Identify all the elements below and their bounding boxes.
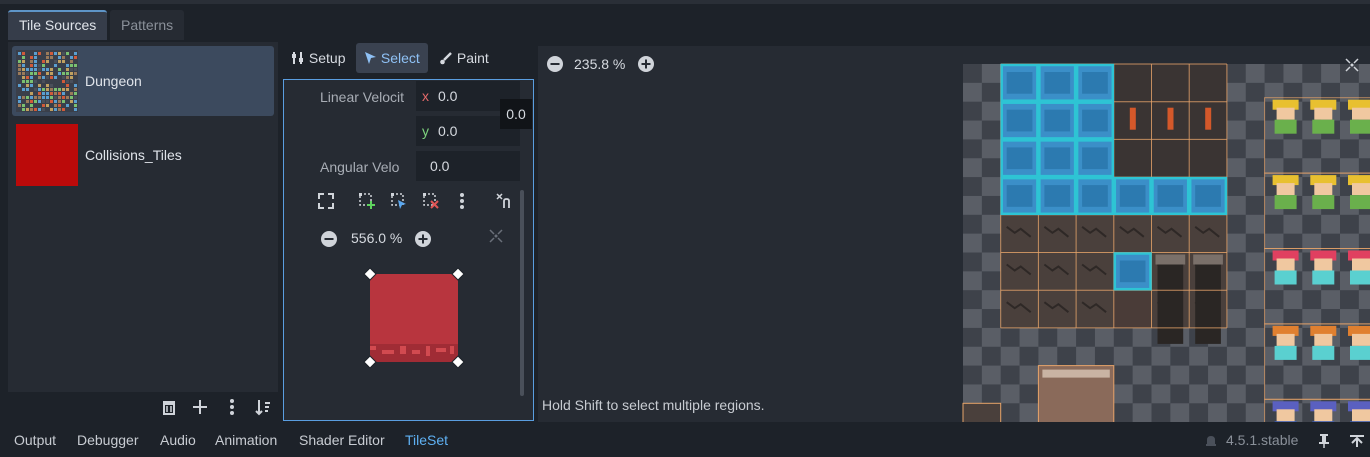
- tile-atlas-canvas[interactable]: [538, 46, 1370, 422]
- tab-audio[interactable]: Audio: [160, 432, 196, 448]
- tab-animation[interactable]: Animation: [215, 432, 277, 448]
- version-label: 4.5.1.stable: [1226, 432, 1299, 448]
- paint-label: Paint: [456, 50, 489, 66]
- plus-icon[interactable]: [191, 398, 209, 416]
- tile-source-list: Dungeon Collisions_Tiles: [8, 42, 278, 392]
- tab-patterns[interactable]: Patterns: [110, 10, 185, 40]
- select-label: Select: [380, 50, 420, 66]
- select-button[interactable]: Select: [356, 43, 428, 73]
- bottom-panel-bar: Output Debugger Audio Animation Shader E…: [0, 424, 1370, 457]
- edit-point-icon[interactable]: [390, 192, 408, 210]
- setup-button[interactable]: Setup: [283, 43, 353, 73]
- collision-polygon[interactable]: [362, 266, 468, 372]
- dungeon-thumbnail: [16, 50, 78, 112]
- center-view-icon[interactable]: [488, 228, 504, 244]
- source-label-collisions: Collisions_Tiles: [85, 147, 182, 163]
- linear-velocity-x-value: 0.0: [438, 88, 458, 104]
- brush-icon: [440, 52, 452, 65]
- source-item-collisions[interactable]: Collisions_Tiles: [12, 120, 274, 190]
- expand-icon[interactable]: [317, 192, 335, 210]
- top-divider: [0, 0, 1370, 4]
- kebab-menu-icon[interactable]: [453, 192, 471, 210]
- zoom-out-icon[interactable]: [320, 230, 338, 248]
- x-axis-label: x: [422, 88, 429, 104]
- sort-icon[interactable]: [254, 398, 272, 416]
- polygon-toolbar: [312, 186, 518, 216]
- tab-debugger[interactable]: Debugger: [77, 432, 139, 448]
- trash-icon[interactable]: [160, 398, 178, 416]
- collisions-thumbnail: [16, 124, 78, 186]
- add-point-icon[interactable]: [358, 192, 376, 210]
- pin-icon[interactable]: [1318, 433, 1330, 449]
- notification-bell-icon[interactable]: [1204, 434, 1218, 448]
- zoom-out-icon[interactable]: [546, 55, 564, 73]
- tab-shader-editor[interactable]: Shader Editor: [299, 432, 385, 448]
- kebab-menu-icon[interactable]: [223, 398, 241, 416]
- center-view-icon[interactable]: [1344, 57, 1360, 73]
- setup-icon: [292, 52, 303, 64]
- remove-point-icon[interactable]: [422, 192, 440, 210]
- angular-velocity-field[interactable]: 0.0: [416, 151, 520, 181]
- polygon-zoom-level[interactable]: 556.0 %: [351, 230, 402, 246]
- tile-atlas-view[interactable]: 235.8 %: [538, 46, 1370, 422]
- snap-icon[interactable]: [495, 192, 513, 210]
- paint-button[interactable]: Paint: [431, 43, 497, 73]
- collision-polygon-editor[interactable]: 556.0 %: [312, 220, 518, 416]
- tab-tile-sources[interactable]: Tile Sources: [8, 10, 108, 40]
- angular-velocity-label: Angular Velo: [320, 159, 400, 175]
- tab-output[interactable]: Output: [14, 432, 56, 448]
- source-toolbar: [8, 392, 278, 422]
- tab-tileset[interactable]: TileSet: [405, 432, 448, 448]
- setup-label: Setup: [308, 50, 346, 66]
- y-axis-label: y: [422, 123, 429, 139]
- source-item-dungeon[interactable]: Dungeon: [12, 46, 274, 116]
- value-tooltip: 0.0: [500, 99, 532, 129]
- inspector-scrollbar[interactable]: [520, 190, 524, 396]
- angular-velocity-value: 0.0: [430, 158, 450, 174]
- selection-hint: Hold Shift to select multiple regions.: [542, 397, 765, 413]
- atlas-zoom-level[interactable]: 235.8 %: [574, 56, 626, 72]
- cursor-icon: [365, 52, 376, 64]
- expand-panel-icon[interactable]: [1349, 434, 1365, 448]
- zoom-in-icon[interactable]: [414, 230, 432, 248]
- linear-velocity-y-value: 0.0: [438, 123, 458, 139]
- source-label-dungeon: Dungeon: [85, 73, 142, 89]
- zoom-in-icon[interactable]: [637, 55, 655, 73]
- tile-inspector: Linear Velocit x 0.0 y 0.0 Angular Velo …: [283, 79, 534, 421]
- linear-velocity-label: Linear Velocit: [320, 89, 405, 105]
